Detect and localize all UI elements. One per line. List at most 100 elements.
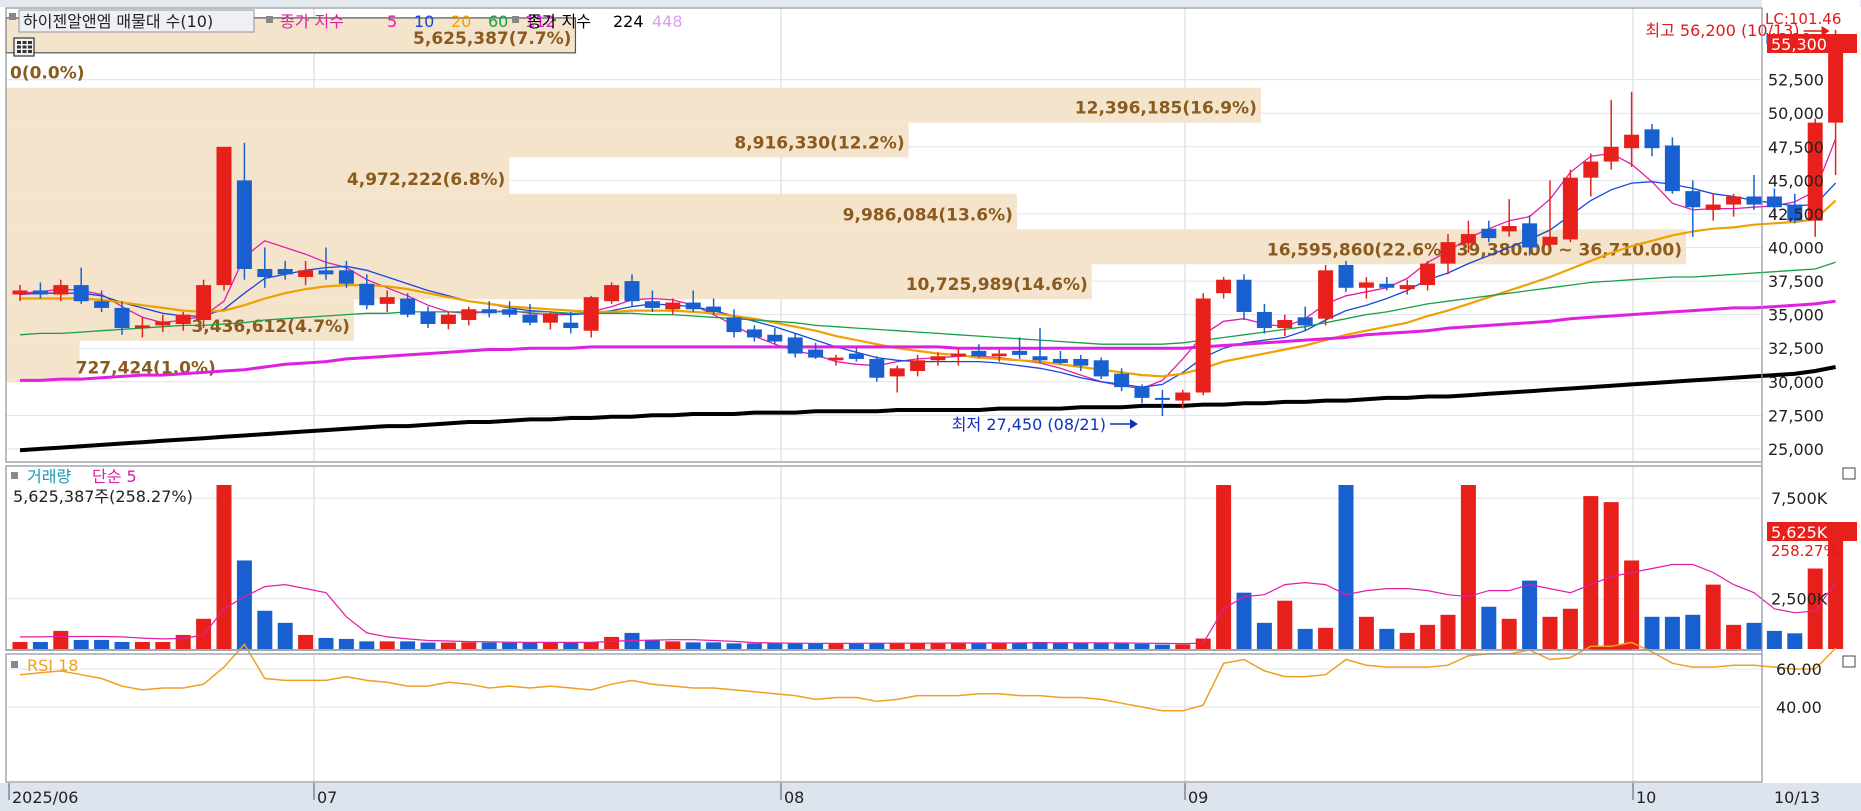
candle-body[interactable] bbox=[1828, 42, 1844, 123]
volume-bar[interactable] bbox=[1522, 580, 1538, 649]
volume-bar[interactable] bbox=[420, 642, 436, 649]
volume-bar[interactable] bbox=[828, 643, 844, 649]
candle-body[interactable] bbox=[828, 357, 844, 361]
candle-body[interactable] bbox=[1134, 387, 1150, 398]
volume-bar[interactable] bbox=[644, 640, 660, 649]
volume-bar[interactable] bbox=[604, 636, 620, 649]
candle-body[interactable] bbox=[746, 329, 762, 338]
candle-body[interactable] bbox=[991, 353, 1007, 357]
volume-bar[interactable] bbox=[257, 610, 273, 649]
candle-body[interactable] bbox=[1542, 236, 1558, 245]
candle-body[interactable] bbox=[400, 298, 416, 315]
volume-bar[interactable] bbox=[1154, 644, 1170, 649]
candle-body[interactable] bbox=[12, 290, 28, 295]
candle-body[interactable] bbox=[1256, 311, 1272, 329]
volume-bar[interactable] bbox=[563, 642, 579, 649]
candle-body[interactable] bbox=[236, 180, 252, 269]
volume-bar[interactable] bbox=[1277, 600, 1293, 649]
volume-bar[interactable] bbox=[1542, 616, 1558, 649]
candle-body[interactable] bbox=[1154, 397, 1170, 400]
candle-body[interactable] bbox=[1522, 223, 1538, 248]
volume-bar[interactable] bbox=[1256, 622, 1272, 649]
volume-bar[interactable] bbox=[1012, 642, 1028, 649]
candle-body[interactable] bbox=[910, 360, 926, 372]
volume-bar[interactable] bbox=[746, 643, 762, 649]
candle-body[interactable] bbox=[481, 309, 497, 314]
volume-bar[interactable] bbox=[1746, 622, 1762, 649]
volume-bar[interactable] bbox=[1420, 624, 1436, 649]
volume-bar[interactable] bbox=[12, 641, 28, 649]
volume-bar[interactable] bbox=[1787, 633, 1803, 649]
volume-bar[interactable] bbox=[1766, 630, 1782, 649]
candle-body[interactable] bbox=[1338, 264, 1354, 288]
volume-bar[interactable] bbox=[1093, 642, 1109, 649]
volume-bar[interactable] bbox=[134, 641, 150, 649]
candle-body[interactable] bbox=[359, 283, 375, 306]
candle-body[interactable] bbox=[1562, 177, 1578, 240]
candle-body[interactable] bbox=[1318, 270, 1334, 319]
volume-bar[interactable] bbox=[930, 642, 946, 649]
candle-body[interactable] bbox=[94, 301, 110, 308]
candle-body[interactable] bbox=[869, 358, 885, 378]
volume-bar[interactable] bbox=[481, 642, 497, 649]
candle-body[interactable] bbox=[971, 350, 987, 357]
collapse-rsi-icon[interactable] bbox=[1842, 655, 1856, 668]
candle-body[interactable] bbox=[298, 270, 314, 278]
volume-bar[interactable] bbox=[379, 641, 395, 649]
volume-bar[interactable] bbox=[991, 642, 1007, 649]
candle-body[interactable] bbox=[1440, 242, 1456, 264]
volume-bar[interactable] bbox=[971, 642, 987, 649]
volume-bar[interactable] bbox=[1562, 608, 1578, 649]
candle-body[interactable] bbox=[196, 285, 212, 321]
candle-body[interactable] bbox=[522, 314, 538, 323]
volume-bar[interactable] bbox=[236, 560, 252, 649]
candle-body[interactable] bbox=[318, 270, 334, 275]
candle-body[interactable] bbox=[440, 314, 456, 325]
candle-body[interactable] bbox=[542, 313, 558, 323]
volume-bar[interactable] bbox=[1216, 485, 1232, 649]
candle-body[interactable] bbox=[1664, 145, 1680, 192]
volume-bar[interactable] bbox=[665, 641, 681, 649]
volume-bar[interactable] bbox=[889, 642, 905, 649]
stock-chart[interactable]: 727,424(1.0%)3,436,612(4.7%)10,725,989(1… bbox=[0, 0, 1861, 811]
candle-body[interactable] bbox=[1195, 298, 1211, 393]
volume-bar[interactable] bbox=[1114, 643, 1130, 649]
volume-bar[interactable] bbox=[440, 642, 456, 649]
volume-bar[interactable] bbox=[216, 485, 232, 649]
candle-body[interactable] bbox=[1481, 228, 1497, 239]
candle-body[interactable] bbox=[53, 285, 69, 295]
candle-body[interactable] bbox=[502, 309, 518, 315]
volume-bar[interactable] bbox=[767, 643, 783, 649]
candle-body[interactable] bbox=[583, 297, 599, 331]
volume-bar[interactable] bbox=[1175, 644, 1191, 649]
volume-bar[interactable] bbox=[726, 643, 742, 649]
volume-bar[interactable] bbox=[338, 638, 354, 649]
candle-body[interactable] bbox=[1358, 282, 1374, 288]
volume-bar[interactable] bbox=[1379, 628, 1395, 649]
candle-body[interactable] bbox=[726, 317, 742, 333]
volume-bar[interactable] bbox=[910, 643, 926, 649]
candle-body[interactable] bbox=[1073, 358, 1089, 366]
volume-bar[interactable] bbox=[542, 642, 558, 649]
volume-bar[interactable] bbox=[1481, 606, 1497, 649]
candle-body[interactable] bbox=[604, 285, 620, 302]
volume-bar[interactable] bbox=[94, 639, 110, 649]
volume-bar[interactable] bbox=[32, 641, 48, 649]
candle-body[interactable] bbox=[1277, 320, 1293, 329]
candle-body[interactable] bbox=[257, 268, 273, 278]
grid-toggle-icon[interactable] bbox=[13, 37, 35, 57]
volume-bar[interactable] bbox=[1583, 496, 1599, 649]
candle-body[interactable] bbox=[338, 270, 354, 284]
candle-body[interactable] bbox=[685, 302, 701, 310]
candle-body[interactable] bbox=[73, 285, 89, 302]
volume-bar[interactable] bbox=[73, 639, 89, 649]
candle-body[interactable] bbox=[1501, 226, 1517, 232]
volume-bar[interactable] bbox=[196, 618, 212, 649]
volume-bar[interactable] bbox=[1073, 642, 1089, 649]
candle-body[interactable] bbox=[767, 334, 783, 342]
candle-body[interactable] bbox=[420, 311, 436, 325]
volume-bar[interactable] bbox=[1297, 628, 1313, 649]
candle-body[interactable] bbox=[1399, 285, 1415, 290]
volume-bar[interactable] bbox=[1338, 485, 1354, 649]
volume-bar[interactable] bbox=[583, 642, 599, 649]
